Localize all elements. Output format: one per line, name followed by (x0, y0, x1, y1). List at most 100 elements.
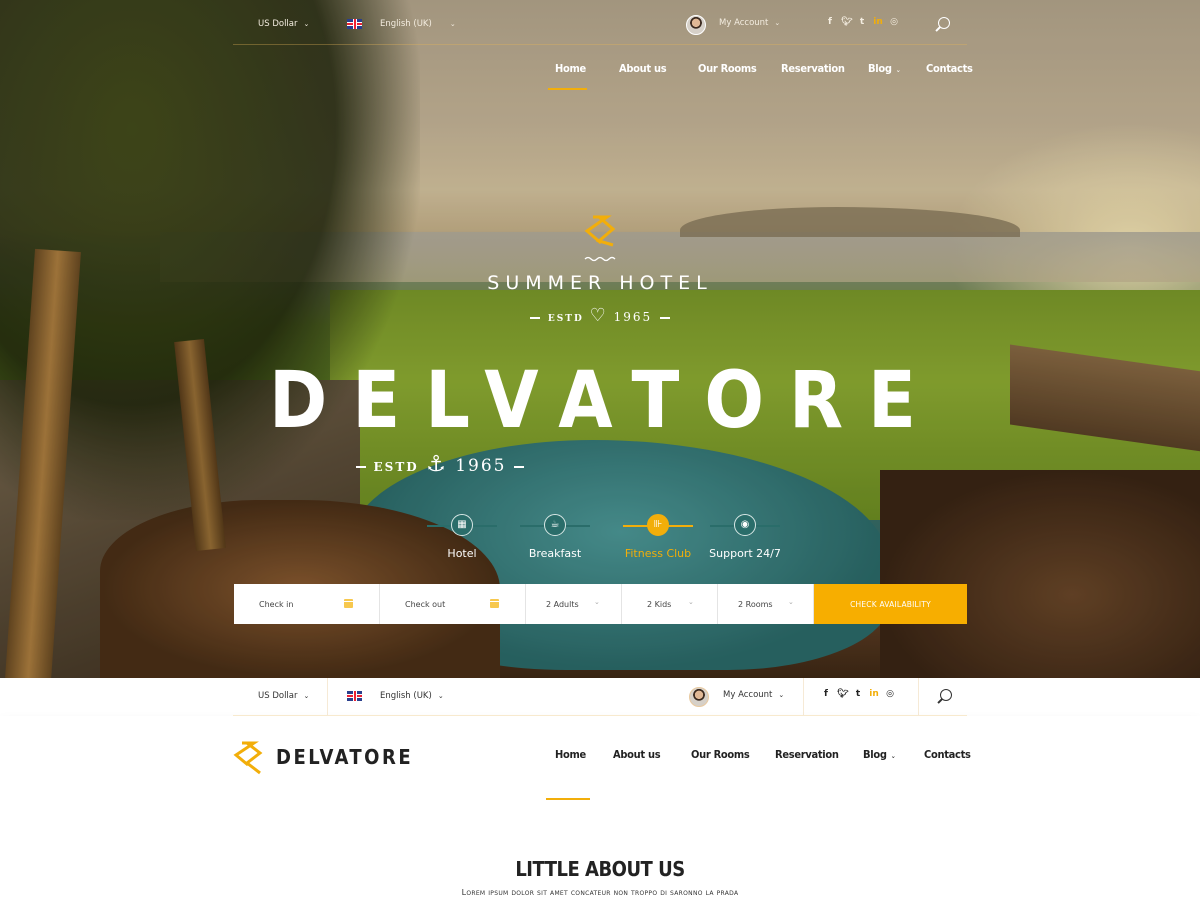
about-section: LITTLE ABOUT US Lorem ipsum dolor sit am… (0, 800, 1200, 900)
hero-subtitle: SUMMER HOTEL (487, 272, 713, 294)
hero-estd-big: ESTD ⚓︎ 1965 (0, 452, 1040, 477)
estd-label: ESTD (373, 460, 419, 474)
divider (233, 44, 967, 45)
avatar[interactable] (689, 687, 709, 707)
feature-label: Support 24/7 (709, 547, 781, 560)
account-label: My Account (723, 690, 773, 700)
booking-form: Check in Check out 2 Adults ⌄ 2 Kids ⌄ 2… (234, 584, 967, 624)
hero-topbar: US Dollar ⌄ English (UK) ⌄ My Account ⌄ f 🐦︎… (0, 0, 1200, 50)
chevron-down-icon: ⌄ (774, 19, 781, 27)
uk-flag-icon (347, 691, 362, 701)
rooms-select[interactable]: 2 Rooms ⌄ (718, 584, 814, 624)
tumblr-icon[interactable]: t (857, 17, 867, 27)
brand-name[interactable]: DELVATORE (276, 745, 413, 769)
nav-active-indicator (548, 88, 587, 90)
linkedin-icon[interactable]: in (869, 689, 879, 699)
chevron-down-icon: ⌄ (303, 692, 310, 700)
account-menu[interactable]: My Account ⌄ (723, 690, 784, 700)
check-in-field[interactable]: Check in (234, 584, 380, 624)
divider (803, 678, 804, 716)
check-out-field[interactable]: Check out (380, 584, 526, 624)
hero-title: DELVATORE (269, 356, 941, 446)
kids-label: 2 Kids (647, 599, 672, 609)
check-out-label: Check out (405, 599, 446, 609)
social-links: f 🐦︎ t in ◎ (821, 689, 901, 699)
kids-select[interactable]: 2 Kids ⌄ (622, 584, 718, 624)
language-select[interactable]: English (UK) ⌄ (380, 691, 444, 701)
support-icon: ◉ (734, 514, 756, 536)
nav-home[interactable]: Home (555, 748, 586, 761)
check-in-label: Check in (259, 599, 294, 609)
language-label: English (UK) (380, 19, 432, 29)
nav-contacts[interactable]: Contacts (924, 748, 971, 761)
adults-select[interactable]: 2 Adults ⌄ (526, 584, 622, 624)
dribbble-icon[interactable]: ◎ (889, 17, 899, 27)
sticky-header: DELVATORE Home About us Our Rooms Reserv… (0, 716, 1200, 800)
dash (514, 465, 525, 468)
nav-contacts[interactable]: Contacts (926, 62, 973, 75)
coffee-icon: ☕︎ (544, 514, 566, 536)
nav-blog[interactable]: Blog ⌄ (863, 748, 896, 761)
nav-reservation[interactable]: Reservation (781, 62, 845, 75)
feature-support[interactable]: ◉ Support 24/7 (690, 514, 800, 560)
nav-rooms[interactable]: Our Rooms (691, 748, 750, 761)
chevron-down-icon: ⌄ (303, 20, 310, 28)
nav-blog[interactable]: Blog ⌄ (868, 62, 901, 75)
hero-estd-small: ESTD ♡ 1965 (0, 305, 1200, 326)
twitter-icon[interactable]: 🐦︎ (837, 689, 848, 699)
nav-blog-label: Blog (868, 62, 892, 75)
currency-select[interactable]: US Dollar ⌄ (258, 19, 309, 29)
search-icon[interactable] (938, 17, 950, 29)
rooms-label: 2 Rooms (738, 599, 773, 609)
adults-label: 2 Adults (546, 599, 579, 609)
facebook-icon[interactable]: f (821, 689, 831, 699)
dumbbell-icon: ⊪ (647, 514, 669, 536)
dash (660, 316, 671, 319)
tumblr-icon[interactable]: t (853, 689, 863, 699)
sticky-topbar: US Dollar ⌄ English (UK) ⌄ My Account ⌄ f 🐦︎… (0, 678, 1200, 716)
chevron-down-icon: ⌄ (890, 752, 896, 760)
account-label: My Account (719, 18, 769, 28)
chevron-down-icon: ⌄ (449, 20, 456, 28)
facebook-icon[interactable]: f (825, 17, 835, 27)
hero-overlay (0, 0, 1200, 678)
chevron-down-icon: ⌄ (778, 691, 785, 699)
estd-year: 1965 (455, 456, 507, 476)
about-title: LITTLE ABOUT US (515, 857, 685, 881)
chevron-down-icon: ⌄ (437, 692, 444, 700)
nav-about[interactable]: About us (613, 748, 661, 761)
search-icon[interactable] (940, 689, 952, 701)
estd-label: ESTD (547, 314, 584, 324)
calendar-icon (344, 599, 353, 608)
chevron-down-icon: ⌄ (594, 598, 600, 606)
feature-tabs: ▦ Hotel ☕︎ Breakfast ⊪ Fitness Club ◉ Su… (420, 514, 800, 564)
nav-about[interactable]: About us (619, 62, 667, 75)
hotel-icon: ▦ (451, 514, 473, 536)
language-select[interactable]: English (UK) ⌄ (380, 19, 456, 29)
chevron-down-icon: ⌄ (688, 598, 694, 606)
linkedin-icon[interactable]: in (873, 17, 883, 27)
currency-label: US Dollar (258, 19, 298, 29)
avatar[interactable] (686, 15, 706, 35)
brand-logo-icon (584, 215, 616, 262)
nav-home[interactable]: Home (555, 62, 586, 75)
heart-icon: ♡ (589, 305, 608, 326)
dribbble-icon[interactable]: ◎ (885, 689, 895, 699)
currency-select[interactable]: US Dollar ⌄ (258, 691, 309, 701)
account-menu[interactable]: My Account ⌄ (719, 18, 780, 28)
dash (529, 316, 540, 319)
dash (355, 465, 366, 468)
twitter-icon[interactable]: 🐦︎ (841, 17, 852, 27)
nav-blog-label: Blog (863, 748, 887, 761)
brand-logo-icon[interactable] (233, 741, 263, 775)
check-availability-button[interactable]: CHECK AVAILABILITY (814, 584, 967, 624)
about-subtitle: Lorem ipsum dolor sit amet concateur non… (461, 888, 739, 897)
calendar-icon (490, 599, 499, 608)
social-links: f 🐦︎ t in ◎ (825, 17, 905, 27)
feature-breakfast[interactable]: ☕︎ Breakfast (500, 514, 610, 560)
hero-section: US Dollar ⌄ English (UK) ⌄ My Account ⌄ f 🐦︎… (0, 0, 1200, 678)
divider (918, 678, 919, 716)
nav-reservation[interactable]: Reservation (775, 748, 839, 761)
estd-year: 1965 (613, 310, 653, 324)
nav-rooms[interactable]: Our Rooms (698, 62, 757, 75)
